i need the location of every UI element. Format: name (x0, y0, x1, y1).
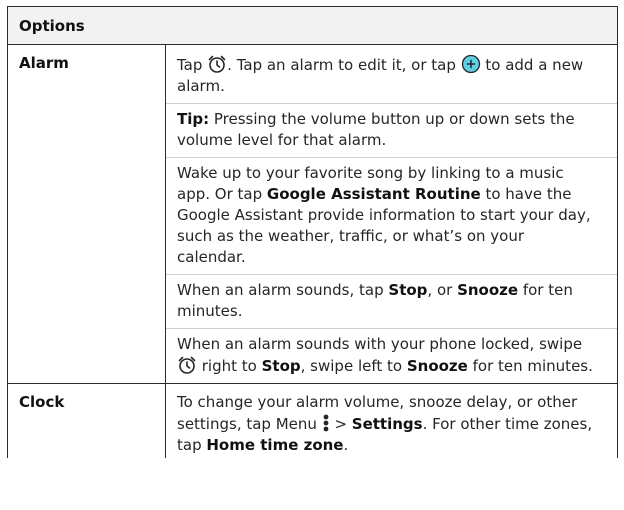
stop-term: Stop (261, 357, 301, 375)
text-fragment: , swipe left to (300, 357, 407, 375)
text-fragment: When an alarm sounds, tap (177, 281, 389, 299)
table-header: Options (8, 7, 617, 45)
text-fragment: Pressing the volume button up or down se… (177, 110, 575, 149)
alarm-paragraph-5: When an alarm sounds with your phone loc… (166, 329, 617, 383)
alarm-paragraph-1: Tap . Tap an alarm to edit it, or tap to… (166, 45, 617, 104)
stop-term: Stop (388, 281, 428, 299)
alarm-paragraph-4: When an alarm sounds, tap Stop, or Snooz… (166, 275, 617, 329)
alarm-paragraph-3: Wake up to your favorite song by linking… (166, 158, 617, 275)
clock-paragraph-1: To change your alarm volume, snooze dela… (166, 384, 617, 458)
home-time-zone-term: Home time zone (206, 436, 344, 454)
google-assistant-routine-term: Google Assistant Routine (266, 185, 481, 203)
menu-dots-icon (322, 413, 330, 433)
header-label: Options (19, 16, 85, 35)
text-fragment: . Tap an alarm to edit it, or tap (227, 56, 461, 74)
row-content-alarm: Tap . Tap an alarm to edit it, or tap to… (166, 45, 617, 383)
text-fragment: > (329, 415, 352, 433)
text-fragment: Tap (177, 56, 208, 74)
row-label-alarm: Alarm (8, 45, 166, 383)
alarm-paragraph-tip: Tip: Pressing the volume button up or do… (166, 104, 617, 158)
snooze-term: Snooze (457, 281, 519, 299)
alarm-clock-icon (207, 54, 227, 74)
row-content-clock: To change your alarm volume, snooze dela… (166, 384, 617, 458)
table-row-alarm: Alarm Tap . Tap an alarm to edit it, or … (8, 45, 617, 384)
add-circle-icon (461, 54, 481, 74)
snooze-term: Snooze (406, 357, 468, 375)
table-row-clock: Clock To change your alarm volume, snooz… (8, 384, 617, 458)
alarm-clock-icon (177, 355, 197, 375)
settings-term: Settings (351, 415, 423, 433)
page: Options Alarm Tap . Tap an alarm to edit… (0, 0, 624, 510)
row-label-clock: Clock (8, 384, 166, 458)
tip-label: Tip: (177, 110, 210, 128)
text-fragment: When an alarm sounds with your phone loc… (177, 335, 583, 353)
text-fragment: . (343, 436, 349, 454)
options-table: Options Alarm Tap . Tap an alarm to edit… (7, 6, 618, 458)
text-fragment: for ten minutes. (467, 357, 593, 375)
text-fragment: right to (197, 357, 262, 375)
text-fragment: , or (427, 281, 458, 299)
